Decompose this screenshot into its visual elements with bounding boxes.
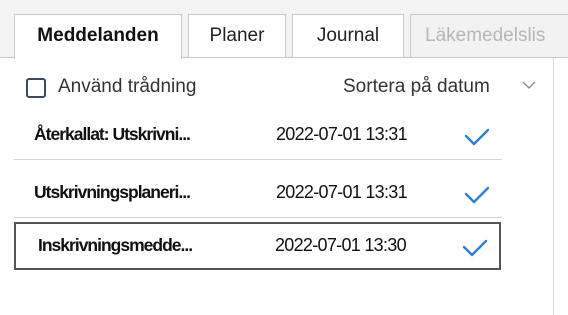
message-date: 2022-07-01 13:31 [276,124,408,144]
tab-strip: Läkemedelslis Journal Planer Meddelanden [0,0,568,59]
threading-checkbox[interactable] [26,78,46,98]
chevron-down-icon[interactable] [522,80,536,90]
message-title: Utskrivningsplaneri... [34,182,191,202]
tab-active-gap [15,57,181,58]
message-date: 2022-07-01 13:31 [276,182,408,202]
tab-meddelanden[interactable]: Meddelanden [14,14,182,59]
message-title: Inskrivningsmedde... [38,235,193,255]
tab-planer[interactable]: Planer [188,14,286,58]
checkmark-icon [462,239,488,257]
message-date: 2022-07-01 13:30 [275,235,407,255]
message-row[interactable]: Återkallat: Utskrivni... 2022-07-01 13:3… [14,112,502,160]
list-toolbar: Använd trådning Sortera på datum [0,66,553,110]
threading-label[interactable]: Använd trådning [58,76,196,98]
message-row-selected[interactable]: Inskrivningsmedde... 2022-07-01 13:30 [14,222,501,270]
pane-divider [553,58,554,315]
checkmark-icon [464,186,490,204]
tab-journal[interactable]: Journal [292,14,404,58]
message-row[interactable]: Utskrivningsplaneri... 2022-07-01 13:31 [14,170,502,218]
sort-dropdown[interactable]: Sortera på datum [343,76,490,98]
message-title: Återkallat: Utskrivni... [34,124,191,144]
checkmark-icon [464,128,490,146]
tab-lakemedelslista[interactable]: Läkemedelslis [410,14,568,58]
